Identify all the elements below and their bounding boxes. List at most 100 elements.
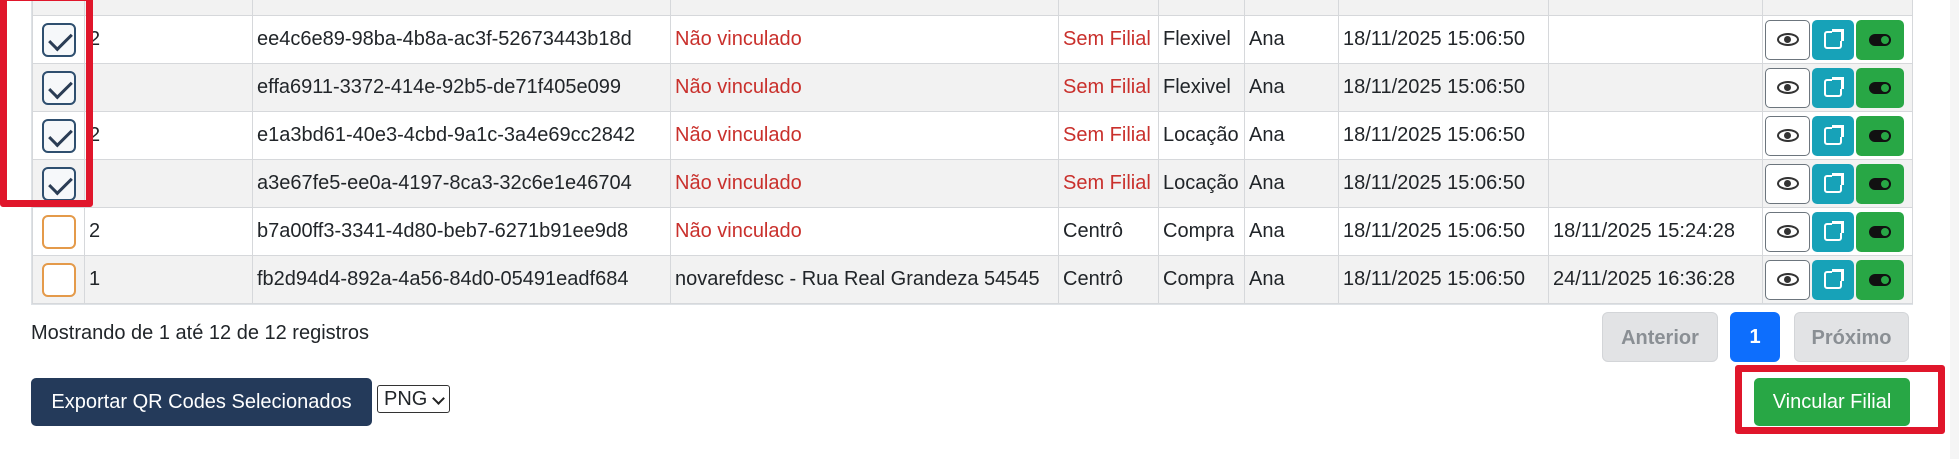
scrollbar-track[interactable]: [1950, 0, 1959, 459]
external-link-icon: [1824, 28, 1844, 49]
row-number: [84, 63, 253, 112]
highlight-vincular-button: [1735, 365, 1945, 434]
row-uuid: effa6911-3372-414e-92b5-de71f405e099: [252, 63, 671, 112]
toggle-icon: [1869, 33, 1891, 46]
format-select[interactable]: PNG: [377, 385, 450, 413]
toggle-icon: [1869, 129, 1891, 142]
page-1-button[interactable]: 1: [1730, 312, 1780, 362]
view-button[interactable]: [1765, 67, 1810, 108]
row-created-at: 18/11/2025 15:06:50: [1338, 111, 1549, 160]
open-link-button[interactable]: [1812, 19, 1854, 60]
row-location: Não vinculado: [670, 159, 1059, 208]
pagination-info: Mostrando de 1 até 12 de 12 registros: [31, 322, 369, 344]
row-user: Ana: [1244, 159, 1339, 208]
row-filial: Centrô: [1058, 207, 1159, 256]
open-link-button[interactable]: [1812, 67, 1854, 108]
row-user: Ana: [1244, 15, 1339, 64]
row-number: 2: [84, 207, 253, 256]
open-link-button[interactable]: [1812, 259, 1854, 300]
view-button[interactable]: [1765, 19, 1810, 60]
row-type: Locação: [1158, 159, 1245, 208]
row-checkbox[interactable]: [41, 262, 76, 297]
table-row: effa6911-3372-414e-92b5-de71f405e099 Não …: [32, 63, 1913, 112]
row-location: Não vinculado: [670, 207, 1059, 256]
table-row: a3e67fe5-ee0a-4197-8ca3-32c6e1e46704 Não …: [32, 159, 1913, 208]
row-type: Flexivel: [1158, 63, 1245, 112]
row-filial: Sem Filial: [1058, 159, 1159, 208]
row-number: 2: [84, 111, 253, 160]
toggle-icon: [1869, 177, 1891, 190]
eye-icon: [1777, 176, 1799, 190]
table-row: 2 ee4c6e89-98ba-4b8a-ac3f-52673443b18d Não…: [32, 15, 1913, 64]
row-location: Não vinculado: [670, 111, 1059, 160]
external-link-icon: [1824, 268, 1844, 289]
eye-icon: [1777, 128, 1799, 142]
row-created-at: 18/11/2025 15:06:50: [1338, 63, 1549, 112]
view-button[interactable]: [1765, 115, 1810, 156]
row-location: Não vinculado: [670, 63, 1059, 112]
table-row: 2 b7a00ff3-3341-4d80-beb7-6271b91ee9d8 Não…: [32, 207, 1913, 256]
toggle-icon: [1869, 273, 1891, 286]
row-user: Ana: [1244, 207, 1339, 256]
eye-icon: [1777, 80, 1799, 94]
toggle-status-button[interactable]: [1856, 211, 1904, 252]
table-row: 2 e1a3bd61-40e3-4cbd-9a1c-3a4e69cc2842 Não…: [32, 111, 1913, 160]
external-link-icon: [1824, 172, 1844, 193]
row-filial: Sem Filial: [1058, 15, 1159, 64]
eye-icon: [1777, 272, 1799, 286]
toggle-icon: [1869, 225, 1891, 238]
external-link-icon: [1824, 76, 1844, 97]
previous-page-button[interactable]: Anterior: [1602, 312, 1718, 362]
row-updated-at: [1548, 63, 1763, 112]
external-link-icon: [1824, 220, 1844, 241]
view-button[interactable]: [1765, 211, 1810, 252]
toggle-status-button[interactable]: [1856, 259, 1904, 300]
row-type: Locação: [1158, 111, 1245, 160]
export-qr-codes-button[interactable]: Exportar QR Codes Selecionados: [31, 378, 372, 426]
row-uuid: fb2d94d4-892a-4a56-84d0-05491eadf684: [252, 255, 671, 304]
open-link-button[interactable]: [1812, 163, 1854, 204]
toggle-status-button[interactable]: [1856, 163, 1904, 204]
row-uuid: b7a00ff3-3341-4d80-beb7-6271b91ee9d8: [252, 207, 671, 256]
view-button[interactable]: [1765, 259, 1810, 300]
row-created-at: 18/11/2025 15:06:50: [1338, 255, 1549, 304]
row-uuid: ee4c6e89-98ba-4b8a-ac3f-52673443b18d: [252, 15, 671, 64]
row-uuid: a3e67fe5-ee0a-4197-8ca3-32c6e1e46704: [252, 159, 671, 208]
row-checkbox[interactable]: [41, 214, 76, 249]
format-select-value: PNG: [384, 388, 428, 410]
toggle-status-button[interactable]: [1856, 19, 1904, 60]
row-type: Compra: [1158, 207, 1245, 256]
external-link-icon: [1824, 124, 1844, 145]
row-number: 2: [84, 15, 253, 64]
row-updated-at: [1548, 111, 1763, 160]
row-uuid: e1a3bd61-40e3-4cbd-9a1c-3a4e69cc2842: [252, 111, 671, 160]
highlight-selected-checkboxes: [0, 0, 93, 207]
toggle-icon: [1869, 81, 1891, 94]
eye-icon: [1777, 32, 1799, 46]
eye-icon: [1777, 224, 1799, 238]
table-row-partial: [32, 0, 1913, 16]
next-page-button[interactable]: Próximo: [1794, 312, 1909, 362]
row-location: novarefdesc - Rua Real Grandeza 54545: [670, 255, 1059, 304]
row-updated-at: 18/11/2025 15:24:28: [1548, 207, 1763, 256]
row-filial: Sem Filial: [1058, 111, 1159, 160]
row-filial: Sem Filial: [1058, 63, 1159, 112]
row-created-at: 18/11/2025 15:06:50: [1338, 159, 1549, 208]
row-filial: Centrô: [1058, 255, 1159, 304]
row-number: [84, 159, 253, 208]
open-link-button[interactable]: [1812, 115, 1854, 156]
row-updated-at: 24/11/2025 16:36:28: [1548, 255, 1763, 304]
row-user: Ana: [1244, 111, 1339, 160]
row-created-at: 18/11/2025 15:06:50: [1338, 15, 1549, 64]
view-button[interactable]: [1765, 163, 1810, 204]
row-type: Flexivel: [1158, 15, 1245, 64]
row-created-at: 18/11/2025 15:06:50: [1338, 207, 1549, 256]
row-updated-at: [1548, 15, 1763, 64]
open-link-button[interactable]: [1812, 211, 1854, 252]
toggle-status-button[interactable]: [1856, 115, 1904, 156]
row-location: Não vinculado: [670, 15, 1059, 64]
toggle-status-button[interactable]: [1856, 67, 1904, 108]
row-user: Ana: [1244, 63, 1339, 112]
table-row: 1 fb2d94d4-892a-4a56-84d0-05491eadf684 nov…: [32, 255, 1913, 304]
row-updated-at: [1548, 159, 1763, 208]
